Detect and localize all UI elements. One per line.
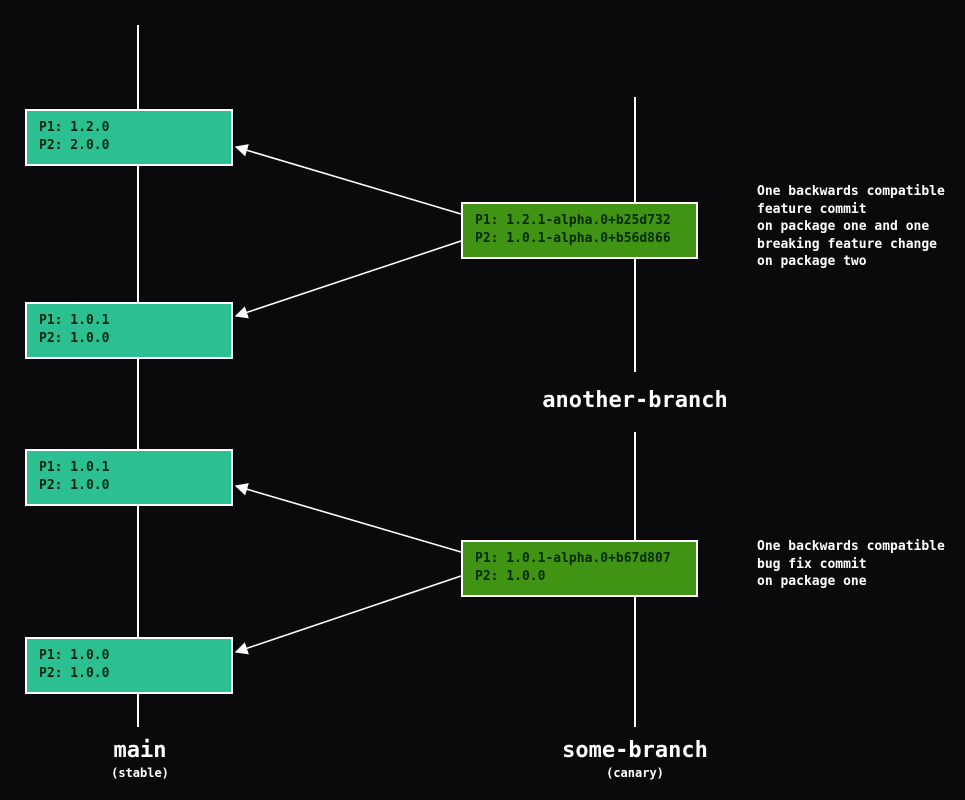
commit-another-branch: P1: 1.2.1-alpha.0+b25d732 P2: 1.0.1-alph… [461,202,698,259]
diagram-canvas: P1: 1.2.0 P2: 2.0.0 P1: 1.0.1 P2: 1.0.0 … [0,0,965,800]
note-some-branch: One backwards compatible bug fix commit … [757,538,957,591]
commit-p1: P1: 1.0.1 [39,460,109,475]
commit-p1: P1: 1.0.1-alpha.0+b67d807 [475,551,671,566]
commit-p2: P2: 2.0.0 [39,138,109,153]
branch-subtitle-some: (canary) [515,766,755,780]
note-another-branch: One backwards compatible feature commit … [757,183,957,271]
commit-p2: P2: 1.0.0 [39,666,109,681]
commit-main-1: P1: 1.0.1 P2: 1.0.0 [25,302,233,359]
commit-p2: P2: 1.0.0 [475,569,545,584]
branch-title-main: main [60,738,220,763]
branch-subtitle-main: (stable) [60,766,220,780]
commit-some-branch: P1: 1.0.1-alpha.0+b67d807 P2: 1.0.0 [461,540,698,597]
commit-p2: P2: 1.0.1-alpha.0+b56d866 [475,231,671,246]
branch-title-some: some-branch [515,738,755,763]
branch-title-another: another-branch [500,388,770,413]
commit-main-2: P1: 1.0.1 P2: 1.0.0 [25,449,233,506]
commit-p2: P2: 1.0.0 [39,478,109,493]
commit-main-3: P1: 1.0.0 P2: 1.0.0 [25,637,233,694]
commit-p1: P1: 1.0.0 [39,648,109,663]
commit-main-0: P1: 1.2.0 P2: 2.0.0 [25,109,233,166]
commit-p1: P1: 1.0.1 [39,313,109,328]
commit-p2: P2: 1.0.0 [39,331,109,346]
commit-p1: P1: 1.2.0 [39,120,109,135]
commit-p1: P1: 1.2.1-alpha.0+b25d732 [475,213,671,228]
